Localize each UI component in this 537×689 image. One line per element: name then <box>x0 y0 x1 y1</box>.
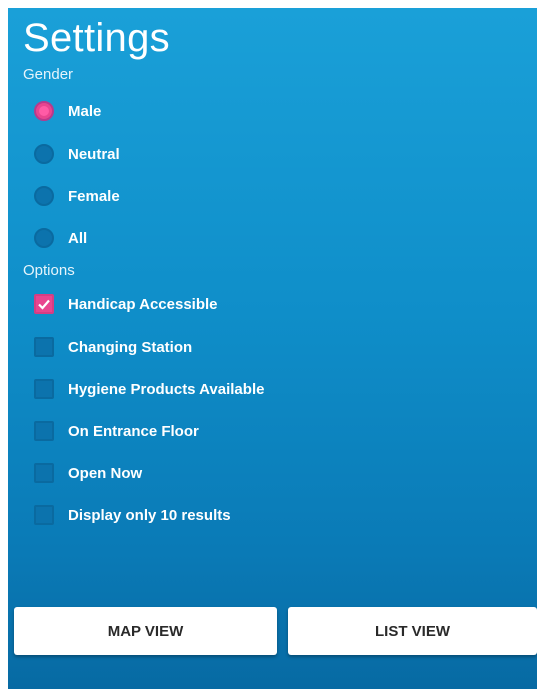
page-title: Settings <box>23 16 170 60</box>
options-section-label: Options <box>23 262 75 279</box>
checkbox-label: Open Now <box>68 464 143 482</box>
checkbox-empty-icon <box>34 463 54 483</box>
radio-label: Male <box>68 102 102 120</box>
radio-label: All <box>68 229 88 247</box>
checkbox-display-10-results[interactable]: Display only 10 results <box>34 500 231 530</box>
radio-gender-neutral[interactable]: Neutral <box>34 139 120 169</box>
checkbox-entrance-floor[interactable]: On Entrance Floor <box>34 416 199 446</box>
checkbox-label: Hygiene Products Available <box>68 380 265 398</box>
checkbox-checked-icon <box>34 294 54 314</box>
radio-selected-icon <box>34 101 54 121</box>
gender-section-label: Gender <box>23 66 74 83</box>
checkbox-changing-station[interactable]: Changing Station <box>34 332 192 362</box>
checkbox-label: Display only 10 results <box>68 506 231 524</box>
radio-gender-female[interactable]: Female <box>34 181 120 211</box>
radio-label: Female <box>68 187 120 205</box>
radio-empty-icon <box>34 228 54 248</box>
checkbox-empty-icon <box>34 337 54 357</box>
checkbox-label: Handicap Accessible <box>68 295 218 313</box>
map-view-button[interactable]: MAP VIEW <box>14 607 277 655</box>
checkbox-label: On Entrance Floor <box>68 422 199 440</box>
radio-empty-icon <box>34 144 54 164</box>
radio-gender-male[interactable]: Male <box>34 96 101 126</box>
list-view-button[interactable]: LIST VIEW <box>288 607 537 655</box>
checkbox-label: Changing Station <box>68 338 193 356</box>
checkbox-handicap-accessible[interactable]: Handicap Accessible <box>34 289 218 319</box>
radio-label: Neutral <box>68 145 120 163</box>
settings-screen: Settings Gender Male Neutral Female All … <box>8 8 537 689</box>
checkbox-empty-icon <box>34 421 54 441</box>
checkbox-open-now[interactable]: Open Now <box>34 458 142 488</box>
checkbox-empty-icon <box>34 379 54 399</box>
radio-gender-all[interactable]: All <box>34 223 87 253</box>
checkbox-empty-icon <box>34 505 54 525</box>
radio-empty-icon <box>34 186 54 206</box>
checkbox-hygiene-products[interactable]: Hygiene Products Available <box>34 374 264 404</box>
